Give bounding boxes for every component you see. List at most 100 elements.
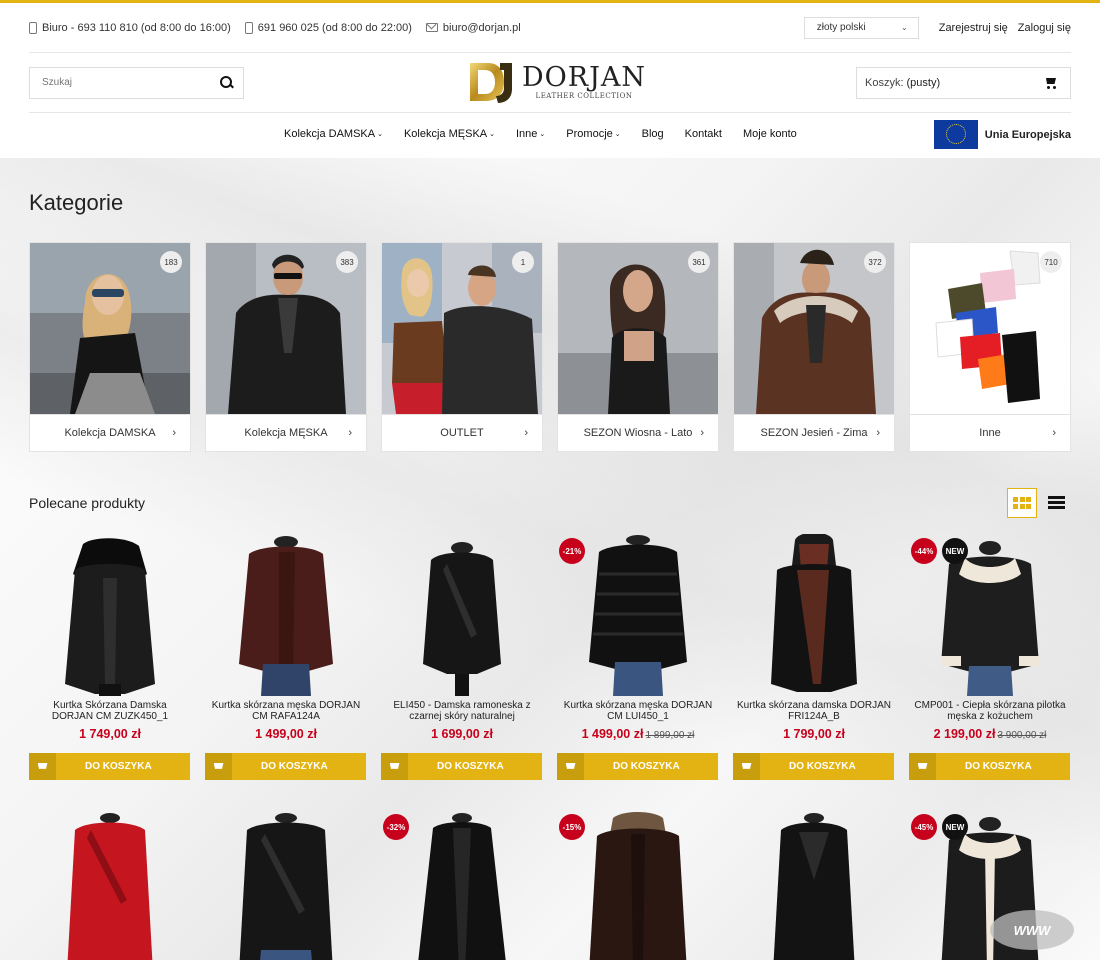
product-card[interactable]: -44% NEW CMP001 - Ciepła skórzana pilotk… <box>909 534 1071 780</box>
search-icon[interactable] <box>220 76 233 89</box>
add-to-cart-button[interactable]: DO KOSZYKA <box>205 753 366 780</box>
product-price: 1 749,00 zł <box>79 727 141 741</box>
category-image: 1 <box>382 243 542 414</box>
cart-icon <box>381 753 408 780</box>
product-card[interactable]: -21% Kurtka skórzana męska DORJAN CM LUI… <box>557 534 719 780</box>
category-image: 710 <box>910 243 1070 414</box>
search-box <box>29 66 244 99</box>
office-phone[interactable]: Biuro - 693 110 810 (od 8:00 do 16:00) <box>29 21 231 34</box>
nav-item-kontakt[interactable]: Kontakt <box>685 128 722 140</box>
category-card[interactable]: 372 SEZON Jesień - Zima › <box>733 242 895 452</box>
watermark-badge: WWW <box>990 910 1074 950</box>
email-contact[interactable]: biuro@dorjan.pl <box>425 22 521 34</box>
product-image <box>29 810 191 960</box>
product-card[interactable] <box>29 810 191 960</box>
chevron-down-icon: ⌄ <box>539 131 546 138</box>
register-link[interactable]: Zarejestruj się <box>939 22 1008 34</box>
office-phone-text: Biuro - 693 110 810 (od 8:00 do 16:00) <box>42 21 231 34</box>
add-to-cart-button[interactable]: DO KOSZYKA <box>381 753 542 780</box>
cart-icon <box>557 753 584 780</box>
currency-select[interactable]: złoty polski ⌄ <box>803 16 919 39</box>
nav-item-inne[interactable]: Inne ⌄ <box>516 128 545 140</box>
cart-label: Koszyk: <box>865 77 904 89</box>
category-image: 383 <box>206 243 366 414</box>
product-name[interactable]: ELI450 - Damska ramoneska z czarnej skór… <box>381 700 543 722</box>
category-label: SEZON Wiosna - Lato › <box>558 414 718 451</box>
product-name[interactable]: Kurtka skórzana damska DORJAN FRI124A_B <box>733 700 895 722</box>
product-price: 1 499,00 zł <box>255 727 317 741</box>
product-name[interactable]: Kurtka skórzana męska DORJAN CM RAFA124A <box>205 700 367 722</box>
cart-button[interactable]: Koszyk: (pusty) <box>856 67 1071 99</box>
category-label: SEZON Jesień - Zima › <box>734 414 894 451</box>
product-name[interactable]: CMP001 - Ciepła skórzana pilotka męska z… <box>909 700 1071 722</box>
add-to-cart-button[interactable]: DO KOSZYKA <box>557 753 718 780</box>
cart-icon <box>29 753 56 780</box>
category-label: Inne › <box>910 414 1070 451</box>
mobile-phone[interactable]: 691 960 025 (od 8:00 do 22:00) <box>244 21 412 34</box>
add-to-cart-button[interactable]: DO KOSZYKA <box>29 753 190 780</box>
category-count: 183 <box>160 251 182 273</box>
list-view-icon[interactable] <box>1041 488 1071 518</box>
category-card[interactable]: 183 Kolekcja DAMSKA › <box>29 242 191 452</box>
product-card[interactable] <box>733 810 895 960</box>
nav-item-moje-konto[interactable]: Moje konto <box>743 128 797 140</box>
category-label: OUTLET › <box>382 414 542 451</box>
chevron-right-icon: › <box>876 427 880 439</box>
product-name[interactable]: Kurtka Skórzana Damska DORJAN CM ZUZK450… <box>29 700 191 722</box>
add-to-cart-button[interactable]: DO KOSZYKA <box>909 753 1070 780</box>
category-count: 372 <box>864 251 886 273</box>
discount-badge: -44% <box>911 538 937 564</box>
nav-item-kolekcja-meska[interactable]: Kolekcja MĘSKA ⌄ <box>404 128 495 140</box>
categories-title: Kategorie <box>29 190 124 215</box>
nav-item-blog[interactable]: Blog <box>642 128 664 140</box>
discount-badge: -15% <box>559 814 585 840</box>
chevron-right-icon: › <box>700 427 704 439</box>
category-card[interactable]: 361 SEZON Wiosna - Lato › <box>557 242 719 452</box>
product-image: -32% <box>381 810 543 960</box>
product-price: 1 699,00 zł <box>431 727 493 741</box>
discount-badge: -45% <box>911 814 937 840</box>
category-count: 710 <box>1040 251 1062 273</box>
chevron-right-icon: › <box>348 427 352 439</box>
cart-icon <box>733 753 760 780</box>
product-name[interactable]: Kurtka skórzana męska DORJAN CM LUI450_1 <box>557 700 719 722</box>
category-label: Kolekcja DAMSKA › <box>30 414 190 451</box>
mobile-phone-text: 691 960 025 (od 8:00 do 22:00) <box>257 21 412 34</box>
add-to-cart-button[interactable]: DO KOSZYKA <box>733 753 894 780</box>
cart-value: (pusty) <box>906 77 941 89</box>
eu-flag-icon <box>933 120 978 149</box>
nav-item-kolekcja-damska[interactable]: Kolekcja DAMSKA ⌄ <box>284 128 383 140</box>
currency-value: złoty polski <box>816 22 866 33</box>
logo-mark-icon <box>470 63 512 103</box>
product-card[interactable]: ELI450 - Damska ramoneska z czarnej skór… <box>381 534 543 780</box>
product-image <box>205 810 367 960</box>
products-header: Polecane produkty <box>29 488 1071 518</box>
product-card[interactable]: Kurtka skórzana męska DORJAN CM RAFA124A… <box>205 534 367 780</box>
category-count: 383 <box>336 251 358 273</box>
eu-banner[interactable]: Unia Europejska <box>933 120 1071 149</box>
product-card[interactable]: Kurtka Skórzana Damska DORJAN CM ZUZK450… <box>29 534 191 780</box>
logo-title: DORJAN <box>522 62 647 93</box>
category-label: Kolekcja MĘSKA › <box>206 414 366 451</box>
product-card[interactable]: -32% <box>381 810 543 960</box>
product-price: 1 799,00 zł <box>783 727 845 741</box>
products-grid-row2: -32% -15% -45% NEW <box>29 796 1089 960</box>
main-nav: Kolekcja DAMSKA ⌄ Kolekcja MĘSKA ⌄ Inne ⌄ P… <box>29 113 1071 155</box>
login-link[interactable]: Zaloguj się <box>1018 22 1071 34</box>
product-card[interactable] <box>205 810 367 960</box>
nav-item-promocje[interactable]: Promocje ⌄ <box>566 128 620 140</box>
phone-icon <box>29 21 37 34</box>
mobile-icon <box>244 21 253 34</box>
logo[interactable]: DORJAN LEATHER COLLECTION <box>466 59 646 105</box>
search-input[interactable] <box>42 77 220 88</box>
product-card[interactable]: -15% <box>557 810 719 960</box>
categories-grid: 183 Kolekcja DAMSKA › 383 Kolekcja MĘSKA › <box>29 242 1100 452</box>
category-card[interactable]: 383 Kolekcja MĘSKA › <box>205 242 367 452</box>
product-price: 2 199,00 zł 3 900,00 zł <box>933 727 1047 741</box>
category-card[interactable]: 1 OUTLET › <box>381 242 543 452</box>
chevron-right-icon: › <box>172 427 176 439</box>
discount-badge: -21% <box>559 538 585 564</box>
grid-view-icon[interactable] <box>1007 488 1037 518</box>
category-card[interactable]: 710 Inne › <box>909 242 1071 452</box>
product-card[interactable]: Kurtka skórzana damska DORJAN FRI124A_B … <box>733 532 895 780</box>
